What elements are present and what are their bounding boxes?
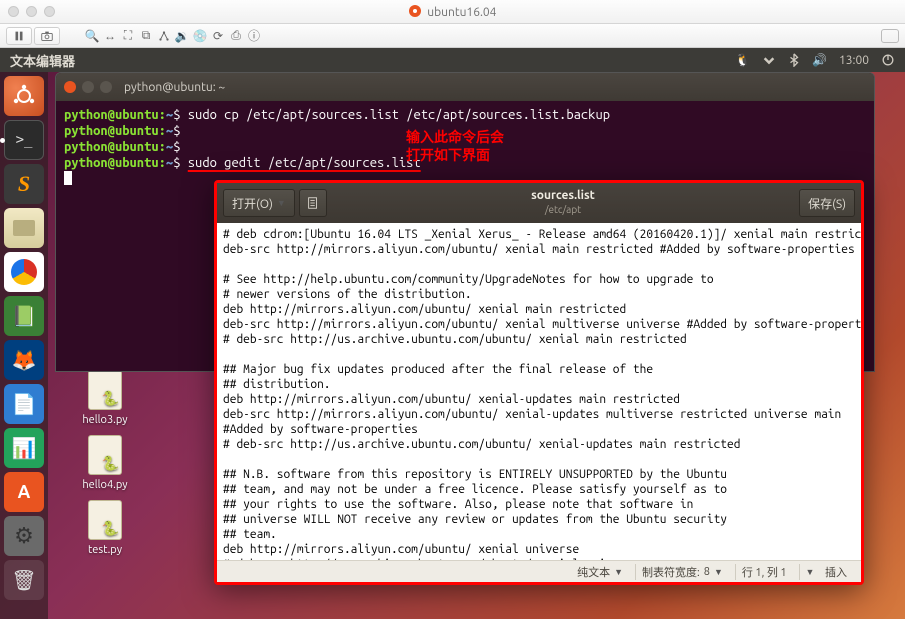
dash-launcher[interactable] [4,76,44,116]
gedit-syntax-selector[interactable]: 纯文本 ▼ [571,564,629,580]
info-icon[interactable]: ⓘ [246,28,262,44]
terminal-titlebar[interactable]: python@ubuntu: ~ [56,73,874,101]
sound-icon[interactable]: 🔉 [174,28,190,44]
software-launcher[interactable] [4,472,44,512]
vm-title: ubuntu16.04 [427,6,496,19]
vm-pause-button[interactable] [6,27,32,45]
desktop-file-label: hello4.py [75,479,135,491]
gedit-insert-mode[interactable]: ▼ 插入 [799,564,853,580]
desktop-file-label: test.py [75,544,135,556]
bluetooth-indicator-icon[interactable] [788,53,800,67]
unity-launcher [0,72,48,619]
settings-launcher[interactable] [4,516,44,556]
disk-icon[interactable]: 💿 [192,28,208,44]
network-indicator-icon[interactable] [762,53,776,67]
volume-indicator-icon[interactable]: 🔊 [812,53,827,67]
desktop-file-label: hello3.py [75,414,135,426]
window-minimize-button[interactable] [82,81,94,93]
files-launcher[interactable] [4,208,44,248]
gedit-open-button[interactable]: 打开(O) ▼ [223,189,295,217]
host-panel-toggle[interactable] [881,29,899,43]
terminal-title: python@ubuntu: ~ [124,81,225,94]
ubuntu-logo-icon [409,5,421,17]
host-toolbar: 🔍 ↔ ⛶ ⧉ 🔉 💿 ⟳ ⎙ ⓘ [0,24,905,48]
vm-snapshot-button[interactable] [34,27,60,45]
gedit-title: sources.list /etc/apt [327,189,799,217]
new-document-icon [306,196,320,210]
trash-launcher[interactable] [4,560,44,600]
window-maximize-button[interactable] [100,81,112,93]
chevron-down-icon: ▼ [277,198,286,208]
terminal-line: python@ubuntu:~$ sudo cp /etc/apt/source… [64,107,866,123]
python-file-icon [88,500,122,540]
pause-icon [12,29,26,43]
chevron-down-icon: ▼ [614,567,623,577]
clock-indicator[interactable]: 13:00 [839,54,869,67]
chrome-launcher[interactable] [4,252,44,292]
gedit-tabwidth-selector[interactable]: 制表符宽度: 8 ▼ [635,564,729,580]
chevron-down-icon: ▼ [806,567,815,577]
gedit-cursor-position: 行 1, 列 1 [735,564,793,580]
usb-icon[interactable]: ⎙ [228,28,244,44]
terminal-cursor [64,171,72,185]
desktop-file-hello3[interactable]: hello3.py [75,370,135,426]
desktop-file-test[interactable]: test.py [75,500,135,556]
highlighted-command: sudo gedit /etc/apt/sources.list [188,156,421,170]
gedit-new-tab-button[interactable] [299,189,327,217]
search-icon[interactable]: 🔍 [84,28,100,44]
gedit-statusbar: 纯文本 ▼ 制表符宽度: 8 ▼ 行 1, 列 1 ▼ 插入 [217,560,861,582]
gedit-save-button[interactable]: 保存(S) [799,189,855,217]
gedit-headerbar[interactable]: 打开(O) ▼ sources.list /etc/apt 保存(S) [217,183,861,223]
gedit-text-area[interactable]: # deb cdrom:[Ubuntu 16.04 LTS _Xenial Xe… [217,223,861,560]
foreground-app-label[interactable]: 文本编辑器 [10,51,75,70]
penguin-indicator-icon[interactable]: 🐧 [735,53,750,67]
unity-icon[interactable]: ⧉ [138,28,154,44]
desktop-file-hello4[interactable]: hello4.py [75,435,135,491]
fit-screen-icon[interactable]: ⛶ [120,28,136,44]
terminal-launcher[interactable] [4,120,44,160]
fullscreen-arrows-icon[interactable]: ↔ [102,28,118,44]
calc-launcher[interactable] [4,428,44,468]
camera-icon [40,29,54,43]
firefox-launcher[interactable] [4,340,44,380]
writer-launcher[interactable] [4,384,44,424]
gedit-window[interactable]: 打开(O) ▼ sources.list /etc/apt 保存(S) # de… [214,180,864,585]
refresh-icon[interactable]: ⟳ [210,28,226,44]
window-close-button[interactable] [64,81,76,93]
python-file-icon [88,435,122,475]
sublime-launcher[interactable] [4,164,44,204]
books-launcher[interactable] [4,296,44,336]
ubuntu-dash-icon [11,83,37,109]
annotation-text: 输入此命令后会 打开如下界面 [406,128,504,164]
python-file-icon [88,370,122,410]
host-window-title: ubuntu16.04 [0,5,905,19]
network-icon[interactable] [156,28,172,44]
chevron-down-icon: ▼ [714,567,723,577]
host-titlebar: ubuntu16.04 [0,0,905,24]
ubuntu-menubar: 文本编辑器 🐧 🔊 13:00 [0,48,905,72]
session-indicator-icon[interactable] [881,53,895,67]
